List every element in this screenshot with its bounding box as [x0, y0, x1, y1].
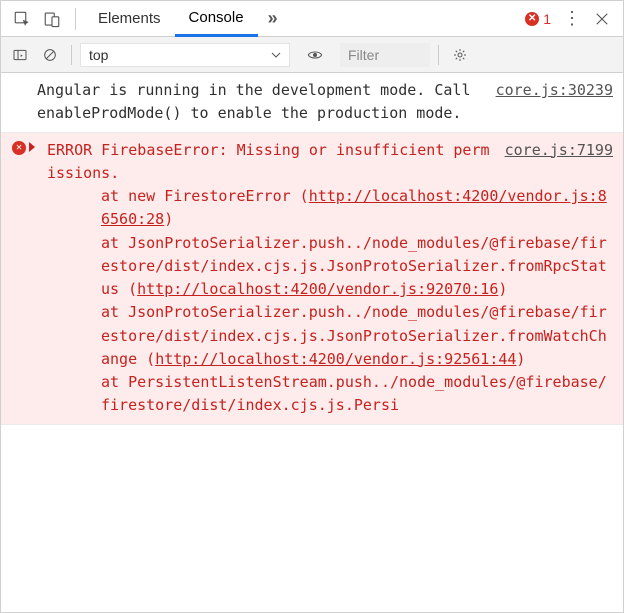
source-link[interactable]: core.js:7199: [505, 139, 613, 162]
clear-console-icon[interactable]: [37, 42, 63, 68]
stack-url[interactable]: http://localhost:4200/vendor.js:92561:44: [155, 350, 516, 368]
console-settings-icon[interactable]: [447, 42, 473, 68]
inspect-element-icon[interactable]: [9, 6, 35, 32]
log-entry-info: core.js:30239 Angular is running in the …: [1, 73, 623, 133]
stack-url[interactable]: http://localhost:4200/vendor.js:92070:16: [137, 280, 498, 298]
error-count-badge[interactable]: ✕ 1: [525, 11, 551, 27]
divider: [75, 8, 76, 30]
stack-tail: ): [498, 280, 507, 298]
console-toolbar: top: [1, 37, 623, 73]
error-icon: ✕: [525, 12, 539, 26]
tab-elements[interactable]: Elements: [84, 1, 175, 36]
kebab-menu-icon[interactable]: ⋮: [559, 6, 585, 32]
device-toolbar-icon[interactable]: [39, 6, 65, 32]
filter-input[interactable]: [340, 43, 430, 67]
tab-console[interactable]: Console: [175, 2, 258, 37]
error-icon: ✕: [12, 141, 26, 155]
devtools-tabbar: Elements Console » ✕ 1 ⋮: [1, 1, 623, 37]
execution-context-select[interactable]: top: [80, 43, 290, 67]
stack-at: at PersistentListenStream.push../node_mo…: [101, 373, 607, 414]
more-tabs-icon[interactable]: »: [260, 6, 286, 32]
live-expression-icon[interactable]: [302, 42, 328, 68]
stack-tail: ): [516, 350, 525, 368]
divider: [71, 45, 72, 65]
context-label: top: [89, 47, 108, 63]
log-entry-error: ✕ core.js:7199 ERROR FirebaseError: Miss…: [1, 133, 623, 425]
console-log-area: core.js:30239 Angular is running in the …: [1, 73, 623, 612]
disclosure-triangle-icon[interactable]: [29, 142, 35, 152]
error-heading: ERROR FirebaseError: Missing or insuffic…: [47, 141, 490, 182]
close-icon[interactable]: [589, 6, 615, 32]
stack-tail: ): [164, 210, 173, 228]
stack-at: at new FirestoreError (: [101, 187, 309, 205]
log-message: Angular is running in the development mo…: [37, 81, 470, 122]
error-count: 1: [543, 11, 551, 27]
source-link[interactable]: core.js:30239: [496, 79, 613, 102]
divider: [438, 45, 439, 65]
chevron-down-icon: [271, 47, 281, 63]
error-gutter: ✕: [11, 140, 27, 156]
console-sidebar-toggle-icon[interactable]: [7, 42, 33, 68]
